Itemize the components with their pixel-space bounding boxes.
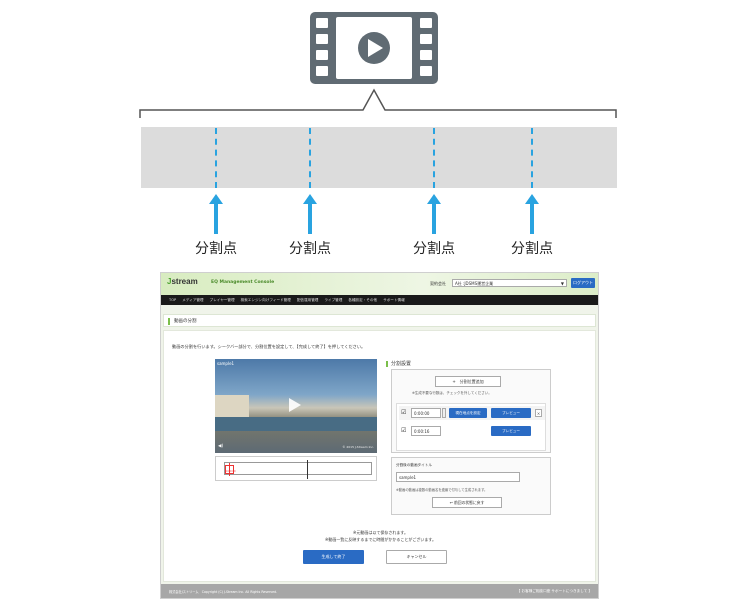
up-arrow-icon (209, 194, 223, 234)
add-split-point-button[interactable]: + 分割位置追加 (435, 376, 501, 387)
nav-item-top[interactable]: TOP (169, 298, 176, 302)
video-frame-sea (215, 417, 377, 431)
split-marker-time: 0:00:00 (226, 470, 236, 473)
volume-icon[interactable]: ◀) (218, 444, 223, 449)
console-screenshot: Jstream EQ Management Console 契約会社 A社 :J… (160, 272, 599, 599)
bracket-callout (139, 88, 617, 118)
chevron-down-icon: ▼ (560, 281, 564, 286)
split-line (215, 128, 217, 188)
split-line (433, 128, 435, 188)
seek-handle[interactable] (307, 460, 308, 479)
page-title: 動画の分割 (174, 319, 197, 324)
split-marker-line (229, 463, 230, 476)
split-point-list: ☑ 0:00:00 現在地点を設定 プレビュー × ☑ 0:00:16 プレビュ… (396, 403, 546, 451)
logout-button[interactable]: ログアウト (571, 278, 595, 288)
contract-select[interactable]: A社 :JDSMS運営企業 ▼ (452, 279, 567, 287)
split-line (309, 128, 311, 188)
copyright-text: 株式会社Jストリーム Copyright (C) J-Stream Inc. A… (169, 590, 278, 594)
split-point-label: 分割点 (195, 241, 237, 257)
split-point-label: 分割点 (289, 241, 331, 257)
close-icon[interactable]: × (535, 409, 542, 417)
nav-item-media[interactable]: メディア管理 (182, 298, 203, 303)
split-point-label: 分割点 (413, 241, 455, 257)
footer-note: ※元動画は以て保存されます。 (353, 530, 408, 535)
contract-label: 契約会社 (430, 281, 446, 286)
split-time-input[interactable]: 0:00:16 (411, 426, 441, 436)
preview-button[interactable]: プレビュー (491, 408, 531, 418)
console-title: EQ Management Console (211, 280, 275, 285)
time-stepper[interactable] (442, 408, 446, 418)
instruction-text: 動画の分割を行います。シークバー部分で、分割位置を設定して、【完成して終了】を押… (172, 344, 366, 349)
nav-item-support[interactable]: サポート情報 (383, 298, 405, 303)
checkbox[interactable]: ☑ (401, 427, 406, 434)
page: 分割点 分割点 分割点 分割点 Jstream EQ Management Co… (0, 0, 750, 611)
nav-item-player[interactable]: プレイヤー管理 (210, 298, 235, 303)
split-line (531, 128, 533, 188)
contract-select-value: A社 :JDSMS運営企業 (455, 281, 494, 286)
page-header: 動画の分割 (163, 314, 596, 327)
up-arrow-icon (525, 194, 539, 234)
up-arrow-icon (303, 194, 317, 234)
main-panel: 動画の分割を行います。シークバー部分で、分割位置を設定して、【完成して終了】を押… (163, 330, 596, 582)
cancel-button[interactable]: キャンセル (386, 550, 447, 564)
output-title-label: 分割後の動画タイトル (396, 463, 432, 467)
split-settings-box: + 分割位置追加 ※生成不要な行数は、チェックを外してください。 ☑ 0:00:… (391, 369, 551, 453)
heading-marker (168, 318, 170, 325)
contact-link[interactable]: 【 お客様ご相談口座 サポートにつきまして 】 (517, 589, 592, 594)
nav-item-delivery[interactable]: 配信運用管理 (297, 298, 319, 303)
video-timeline-bar (141, 127, 617, 188)
console-header: Jstream EQ Management Console 契約会社 A社 :J… (161, 273, 598, 295)
jstream-logo: Jstream (167, 277, 198, 286)
video-credit: © 2015 J-Stream Inc. (342, 445, 374, 449)
nav-item-settings[interactable]: 各種設定・その他 (348, 298, 377, 303)
film-icon (310, 12, 438, 84)
checkbox[interactable]: ☑ (401, 409, 406, 416)
nav-item-live[interactable]: ライブ管理 (324, 298, 342, 303)
video-title: sample1 (217, 361, 235, 366)
set-current-position-button[interactable]: 現在地点を設定 (449, 408, 487, 418)
play-icon[interactable] (286, 397, 302, 413)
seek-bar[interactable]: 0:00:00 (215, 456, 377, 481)
split-row: ☑ 0:00:16 プレビュー (399, 424, 545, 438)
output-title-box: 分割後の動画タイトル sample1 ※動画の動画は複数の動画名を連番で付与して… (391, 457, 551, 515)
restore-previous-label: 前回の状態に戻す (454, 500, 485, 505)
save-and-finish-button[interactable]: 生成して終了 (303, 550, 364, 564)
split-time-input[interactable]: 0:00:00 (411, 408, 441, 418)
split-row: ☑ 0:00:00 現在地点を設定 プレビュー × (399, 406, 545, 420)
footer-note: ※動画一覧に反映するまでに時間がかかることがございます。 (325, 537, 436, 542)
restore-previous-button[interactable]: ↩ 前回の状態に戻す (432, 497, 502, 508)
split-point-label: 分割点 (511, 241, 553, 257)
add-split-note: ※生成不要な行数は、チェックを外してください。 (412, 391, 492, 395)
up-arrow-icon (427, 194, 441, 234)
heading-marker (386, 361, 388, 367)
split-settings-heading: 分割設置 (391, 361, 412, 367)
main-nav: TOP メディア管理 プレイヤー管理 検索エンジン向けフィード管理 配信運用管理… (161, 295, 598, 305)
video-player[interactable]: sample1 ◀) © 2015 J-Stream Inc. (215, 359, 377, 453)
seek-track[interactable]: 0:00:00 (224, 460, 372, 479)
preview-button[interactable]: プレビュー (491, 426, 531, 436)
nav-item-feed[interactable]: 検索エンジン向けフィード管理 (241, 298, 291, 303)
console-footer: 株式会社Jストリーム Copyright (C) J-Stream Inc. A… (161, 584, 598, 598)
output-title-note: ※動画の動画は複数の動画名を連番で付与して生成されます。 (396, 488, 488, 492)
output-title-input[interactable]: sample1 (396, 472, 520, 482)
